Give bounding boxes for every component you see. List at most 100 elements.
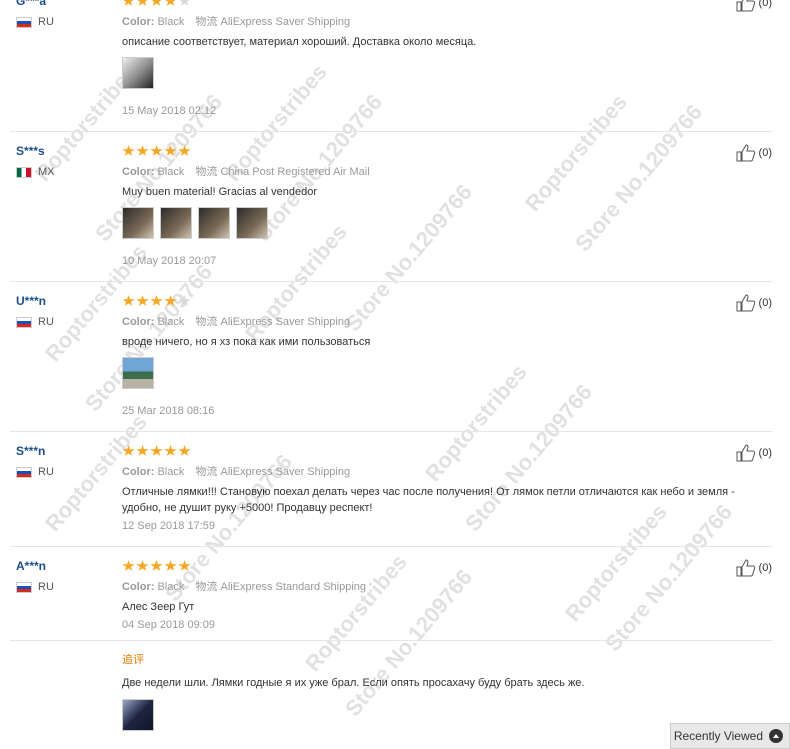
reviewer-country: MX <box>16 166 55 178</box>
review-photo[interactable] <box>236 207 268 239</box>
watermark-text: Store No.1209766 <box>600 499 738 657</box>
watermark-text: Roptorstribes <box>420 359 532 487</box>
review-meta: Color: Black 物流 AliExpress Saver Shippin… <box>122 16 351 28</box>
star-rating <box>122 145 191 157</box>
thumbs-up-icon <box>736 0 755 12</box>
star-icon <box>164 445 177 456</box>
star-icon <box>178 560 191 571</box>
reviewer-name: S***s <box>16 144 45 158</box>
review-meta: Color: Black 物流 AliExpress Saver Shippin… <box>122 466 351 478</box>
recently-viewed-tab[interactable]: Recently Viewed <box>670 723 790 749</box>
star-icon <box>164 295 177 306</box>
star-icon <box>136 145 149 156</box>
thumbs-up-icon <box>736 444 755 462</box>
followup-text: Две недели шли. Лямки годные я их уже бр… <box>122 677 585 689</box>
star-icon <box>150 0 163 6</box>
review-photo[interactable] <box>160 207 192 239</box>
country-code: RU <box>38 466 54 478</box>
helpful-button[interactable]: (0) <box>736 559 772 577</box>
star-icon <box>122 295 135 306</box>
review-date: 10 May 2018 20:07 <box>122 255 217 267</box>
review-divider <box>10 281 772 282</box>
star-icon <box>164 560 177 571</box>
country-code: RU <box>38 16 54 28</box>
country-code: MX <box>38 166 55 178</box>
star-icon <box>150 295 163 306</box>
reviewer-name: U***n <box>16 294 47 308</box>
watermark-text: Store No.1209766 <box>340 179 478 337</box>
star-icon <box>178 295 191 306</box>
russia-flag-icon <box>16 316 32 328</box>
star-icon <box>136 560 149 571</box>
review-meta: Color: Black 物流 AliExpress Saver Shippin… <box>122 316 351 328</box>
review-text: Алес Зеер Гут <box>122 601 195 613</box>
review-photos <box>122 357 154 389</box>
followup-photos <box>122 699 154 731</box>
star-icon <box>122 0 135 6</box>
star-icon <box>136 295 149 306</box>
review-date: 04 Sep 2018 09:09 <box>122 619 215 631</box>
reviewer-country: RU <box>16 316 54 328</box>
reviewer-country: RU <box>16 581 54 593</box>
star-icon <box>136 0 149 6</box>
country-code: RU <box>38 581 54 593</box>
helpful-button[interactable]: (0) <box>736 294 772 312</box>
star-rating <box>122 0 191 7</box>
star-icon <box>178 145 191 156</box>
country-code: RU <box>38 316 54 328</box>
helpful-button[interactable]: (0) <box>736 0 772 12</box>
watermark-text: Store No.1209766 <box>570 99 708 257</box>
russia-flag-icon <box>16 581 32 593</box>
review-text: описание соответствует, материал хороший… <box>122 36 477 48</box>
review-text: Muy buen material! Gracias al vendedor <box>122 186 318 198</box>
thumbs-up-icon <box>736 144 755 162</box>
star-icon <box>122 145 135 156</box>
helpful-button[interactable]: (0) <box>736 144 772 162</box>
review-photos <box>122 57 154 89</box>
mexico-flag-icon <box>16 166 32 178</box>
thumbs-up-icon <box>736 559 755 577</box>
star-icon <box>178 0 191 6</box>
star-icon <box>150 560 163 571</box>
chevron-up-icon <box>769 729 783 743</box>
review-photo[interactable] <box>122 357 154 389</box>
thumbs-up-icon <box>736 294 755 312</box>
reviewer-country: RU <box>16 16 54 28</box>
star-icon <box>164 145 177 156</box>
star-rating <box>122 295 191 307</box>
russia-flag-icon <box>16 16 32 28</box>
star-icon <box>122 445 135 456</box>
reviewer-country: RU <box>16 466 54 478</box>
star-icon <box>136 445 149 456</box>
followup-label: 追评 <box>122 654 144 666</box>
review-photo[interactable] <box>122 699 154 731</box>
review-photo[interactable] <box>122 57 154 89</box>
star-icon <box>178 445 191 456</box>
review-text: Отличные лямки!!! Становую поехал делать… <box>122 486 735 514</box>
review-date: 25 Mar 2018 08:16 <box>122 405 215 417</box>
review-photo[interactable] <box>122 207 154 239</box>
review-date: 12 Sep 2018 17:59 <box>122 520 215 532</box>
reviewer-name: G***a <box>16 0 47 8</box>
star-icon <box>164 0 177 6</box>
recently-viewed-label: Recently Viewed <box>673 729 763 743</box>
helpful-button[interactable]: (0) <box>736 444 772 462</box>
star-icon <box>150 445 163 456</box>
review-divider <box>10 131 772 132</box>
review-date: 15 May 2018 02:12 <box>122 105 217 117</box>
reviewer-name: A***n <box>16 559 47 573</box>
review-divider <box>10 431 772 432</box>
review-text: вроде ничего, но я хз пока как ими польз… <box>122 336 371 348</box>
star-rating <box>122 560 191 572</box>
review-photos <box>122 207 268 239</box>
star-icon <box>122 560 135 571</box>
russia-flag-icon <box>16 466 32 478</box>
review-divider <box>10 546 772 547</box>
reviewer-name: S***n <box>16 444 46 458</box>
review-meta: Color: Black 物流 AliExpress Standard Ship… <box>122 581 367 593</box>
star-icon <box>150 145 163 156</box>
review-meta: Color: Black 物流 China Post Registered Ai… <box>122 166 370 178</box>
review-photo[interactable] <box>198 207 230 239</box>
star-rating <box>122 445 191 457</box>
review-divider <box>10 640 772 641</box>
